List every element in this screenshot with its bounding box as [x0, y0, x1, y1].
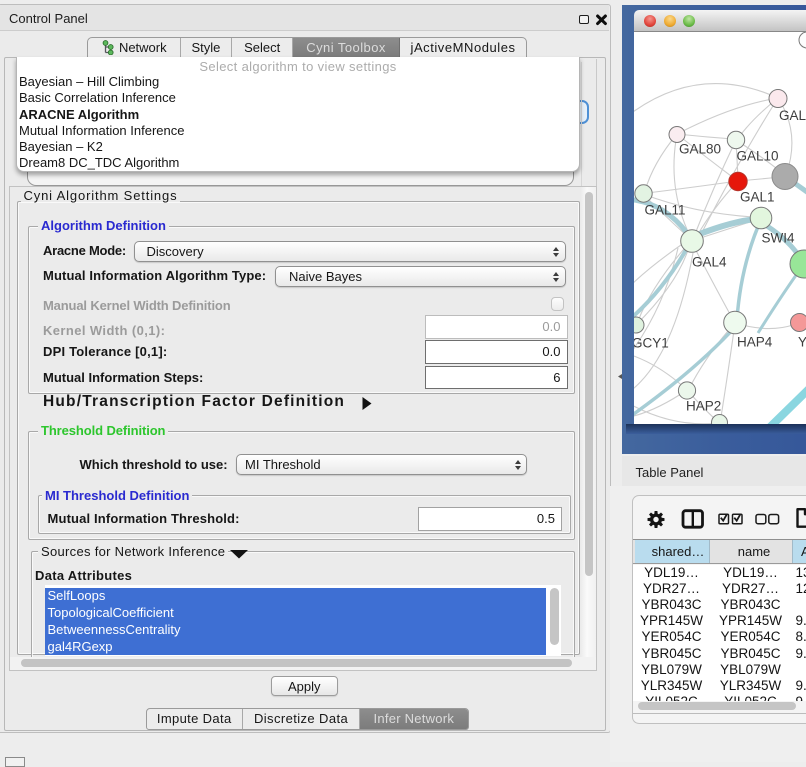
svg-text:HAP2: HAP2: [686, 399, 721, 414]
svg-text:GAL1: GAL1: [740, 190, 775, 205]
svg-text:HAP4: HAP4: [737, 335, 773, 350]
svg-text:GAL80: GAL80: [679, 142, 721, 157]
svg-text:GAL7: GAL7: [779, 108, 806, 123]
svg-text:GAL4: GAL4: [692, 255, 727, 270]
svg-text:GAL10: GAL10: [737, 149, 779, 164]
svg-text:GAL11: GAL11: [645, 203, 686, 218]
svg-text:YM: YM: [798, 335, 806, 350]
svg-text:GCY1: GCY1: [634, 336, 669, 351]
svg-text:SWI4: SWI4: [762, 231, 795, 246]
